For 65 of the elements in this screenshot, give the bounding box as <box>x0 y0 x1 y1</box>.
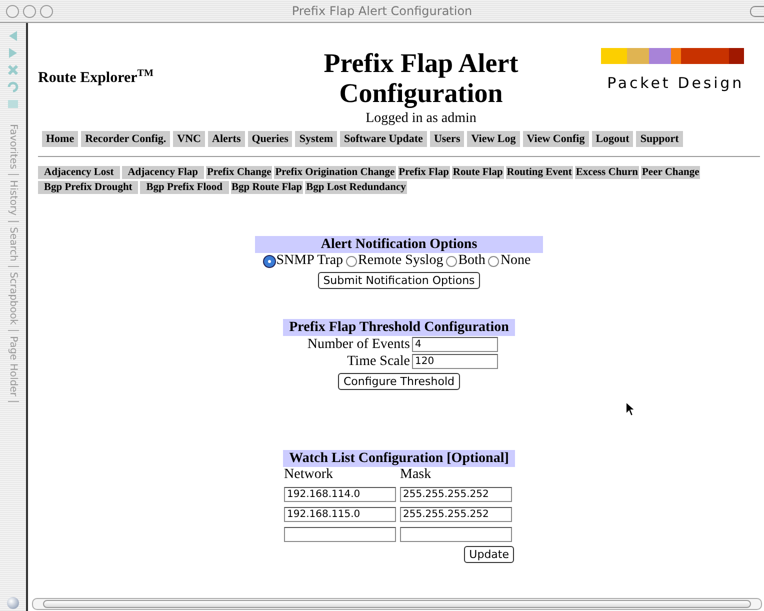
stop-icon[interactable] <box>6 63 20 77</box>
window-title: Prefix Flap Alert Configuration <box>292 4 472 18</box>
nav-link[interactable]: View Log <box>467 131 520 147</box>
input-field[interactable]: 192.168.115.0 <box>284 507 396 522</box>
submit-button[interactable]: Submit Notification Options <box>318 272 480 289</box>
alert-type-link[interactable]: Adjacency Flap <box>122 166 204 179</box>
field-label: Time Scale <box>346 354 410 370</box>
alert-type-link[interactable]: Bgp Lost Redundancy <box>305 181 407 194</box>
alert-type-link[interactable]: Prefix Origination Change <box>274 166 396 179</box>
nav-link[interactable]: View Config <box>522 131 589 147</box>
radio-option[interactable]: Remote Syslog <box>346 253 444 269</box>
field-label: Number of Events <box>306 336 410 352</box>
input-field[interactable]: 255.255.255.252 <box>400 487 512 502</box>
input-field[interactable]: 255.255.255.252 <box>400 507 512 522</box>
refresh-icon[interactable] <box>6 80 20 94</box>
radio-button[interactable] <box>264 256 276 266</box>
configure-button[interactable]: Configure Threshold <box>338 373 460 390</box>
section-heading: Alert Notification Options <box>254 236 544 253</box>
input-field[interactable]: 192.168.114.0 <box>284 487 396 502</box>
nav-link[interactable]: Software Update <box>340 131 427 147</box>
input-field[interactable] <box>400 527 512 542</box>
input-field[interactable]: 4 <box>412 337 498 352</box>
nav-link[interactable]: VNC <box>173 131 206 147</box>
alert-type-link[interactable]: Peer Change <box>641 166 700 179</box>
nav-link[interactable]: Users <box>430 131 464 147</box>
radio-button[interactable] <box>488 256 500 266</box>
logo-text: Packet Design <box>607 74 744 92</box>
alert-type-link[interactable]: Adjacency Lost <box>38 166 120 179</box>
nav-link[interactable]: Recorder Config. <box>81 131 170 147</box>
radio-button[interactable] <box>446 256 458 266</box>
close-button[interactable] <box>6 4 19 18</box>
zoom-button[interactable] <box>40 4 53 18</box>
column-header: Mask <box>400 467 432 483</box>
nav-link[interactable]: Alerts <box>208 131 245 147</box>
nav-link[interactable]: System <box>295 131 338 147</box>
alert-type-link[interactable]: Routing Event <box>506 166 573 179</box>
radio-button[interactable] <box>346 256 358 266</box>
horizontal-scrollbar[interactable] <box>32 598 762 610</box>
alert-type-link[interactable]: Bgp Prefix Flood <box>140 181 229 194</box>
alert-type-link[interactable]: Prefix Flap <box>398 166 450 179</box>
section-heading: Prefix Flap Threshold Configuration <box>283 319 515 336</box>
nav-link[interactable]: Home <box>42 131 78 147</box>
radio-option[interactable]: Both <box>446 253 486 269</box>
radio-option[interactable]: SNMP Trap <box>264 253 344 269</box>
input-field[interactable]: 120 <box>412 354 498 369</box>
column-header: Network <box>284 467 334 483</box>
minimize-button[interactable] <box>23 4 36 18</box>
alert-type-link[interactable]: Bgp Route Flap <box>230 181 304 194</box>
input-field[interactable] <box>284 527 396 542</box>
alert-type-link[interactable]: Excess Churn <box>574 166 639 179</box>
scrollbar-thumb[interactable] <box>43 600 751 608</box>
alert-type-link[interactable]: Route Flap <box>452 166 504 179</box>
alert-type-link[interactable]: Prefix Change <box>206 166 272 179</box>
nav-link[interactable]: Queries <box>248 131 292 147</box>
section-heading: Watch List Configuration [Optional] <box>283 450 515 467</box>
product-name: Route Explorer$^{TM}$ <box>38 67 154 87</box>
nav-link[interactable]: Logout <box>592 131 634 147</box>
page-title: Prefix Flap Alert Configuration <box>322 48 520 108</box>
radio-option[interactable]: None <box>488 253 531 269</box>
nav-link[interactable]: Support <box>636 131 683 147</box>
mouse-pointer-icon <box>625 401 635 417</box>
login-status: Logged in as admin <box>364 111 478 127</box>
alert-type-link[interactable]: Bgp Prefix Drought <box>38 181 138 194</box>
globe-icon[interactable] <box>7 597 19 609</box>
update-button[interactable]: Update <box>464 546 514 563</box>
